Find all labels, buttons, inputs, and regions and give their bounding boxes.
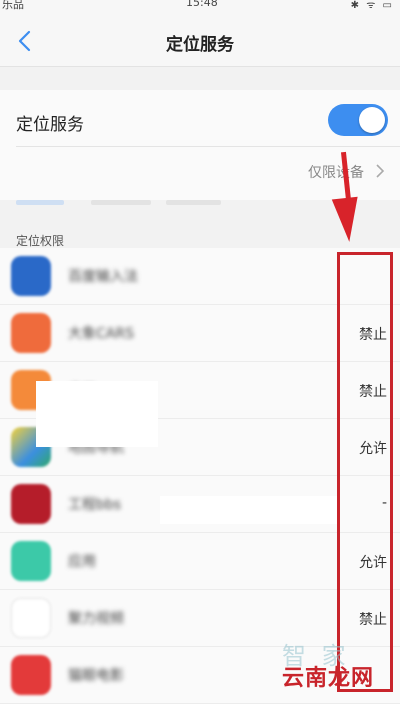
location-settings-card: 定位服务 仅限设备 — [0, 90, 400, 200]
carrier-label: 乐品 — [2, 0, 24, 11]
section-header: 定位权限 — [16, 234, 65, 248]
app-name: 百度输入法 — [68, 269, 138, 285]
app-name: 工程bbs — [68, 497, 122, 513]
app-icon — [11, 484, 51, 524]
permission-value[interactable]: 允许 — [359, 552, 387, 572]
page-title: 定位服务 — [166, 35, 234, 55]
permission-value[interactable]: - — [382, 495, 387, 511]
location-service-toggle[interactable] — [328, 104, 388, 136]
chevron-right-icon[interactable] — [374, 164, 386, 178]
clock: 15:48 — [186, 0, 218, 9]
status-bar: 乐品 15:48 ✱ ᯤ ▭ — [0, 0, 400, 16]
app-icon — [11, 598, 51, 638]
device-only-option[interactable]: 仅限设备 — [308, 162, 364, 182]
annotation-line — [337, 315, 340, 492]
location-service-label: 定位服务 — [16, 115, 84, 135]
redaction-block — [36, 381, 158, 447]
annotation-arrow-head — [331, 196, 363, 244]
nav-bar: 定位服务 — [0, 16, 400, 67]
app-icon — [11, 541, 51, 581]
permission-value[interactable]: 禁止 — [359, 324, 387, 344]
divider — [16, 146, 400, 147]
faded-tab-bar — [16, 200, 226, 206]
toggle-knob — [359, 107, 385, 133]
app-name: 猫眼电影 — [68, 668, 124, 684]
permission-value[interactable]: 禁止 — [359, 381, 387, 401]
app-name: 应用 — [68, 554, 96, 570]
app-icon — [11, 313, 51, 353]
watermark-logo: 云南龙网 — [282, 666, 375, 691]
list-item[interactable]: 大象CARS 禁止 — [0, 305, 400, 362]
status-icons: ✱ ᯤ ▭ — [350, 0, 394, 11]
app-icon — [11, 256, 51, 296]
app-name: 聚力视频 — [68, 611, 124, 627]
list-item[interactable]: 应用 允许 — [0, 533, 400, 590]
list-item[interactable]: 百度输入法 — [0, 248, 400, 305]
app-name: 大象CARS — [68, 326, 134, 342]
app-icon — [11, 655, 51, 695]
permission-value[interactable]: 禁止 — [359, 609, 387, 629]
redaction-block — [160, 496, 338, 524]
permission-value[interactable]: 允许 — [359, 438, 387, 458]
